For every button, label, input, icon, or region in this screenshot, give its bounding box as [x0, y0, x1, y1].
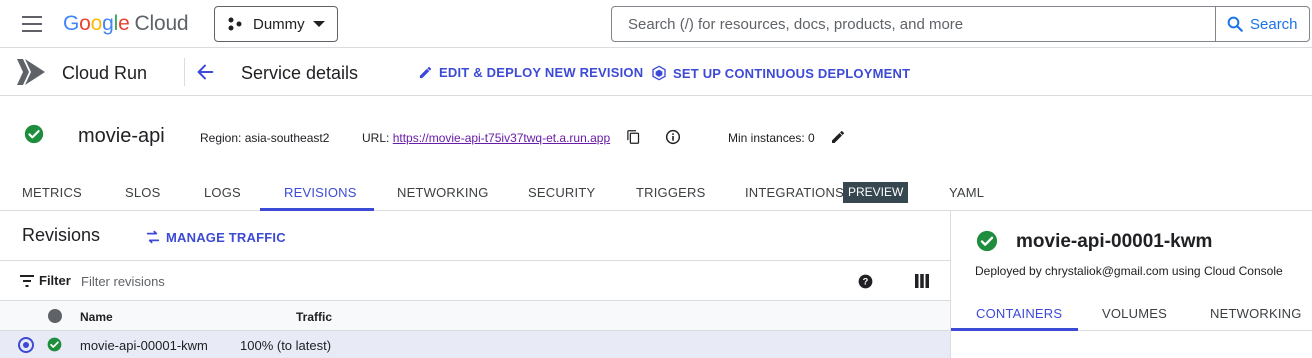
search-input[interactable] [613, 8, 1215, 40]
project-nodes-icon [228, 17, 242, 31]
revisions-pane: Revisions MANAGE TRAFFIC Filter ? Name T… [0, 211, 950, 358]
main-menu-icon[interactable] [22, 16, 42, 32]
copy-icon[interactable] [626, 129, 641, 145]
edit-deploy-revision-button[interactable]: EDIT & DEPLOY NEW REVISION [418, 65, 643, 80]
search-icon [1227, 16, 1243, 32]
url-label: URL: [362, 131, 393, 145]
tab-revisions[interactable]: REVISIONS [284, 185, 357, 200]
revision-detail-title: movie-api-00001-kwm [1016, 231, 1213, 252]
row-select-radio[interactable] [18, 337, 34, 353]
back-arrow-icon[interactable] [194, 61, 216, 83]
divider [184, 58, 185, 86]
help-icon[interactable]: ? [858, 274, 873, 289]
tab-containers[interactable]: CONTAINERS [976, 306, 1062, 321]
search-button[interactable]: Search [1215, 7, 1310, 41]
search-button-label: Search [1250, 15, 1298, 33]
filter-icon[interactable] [20, 275, 34, 287]
active-tab-indicator [951, 328, 1078, 331]
project-name: Dummy [253, 15, 305, 33]
page-title: Service details [241, 63, 359, 83]
tab-detail-networking[interactable]: NETWORKING [1210, 306, 1302, 321]
cloud-run-icon [17, 59, 45, 85]
search-box: Search [611, 6, 1310, 42]
preview-badge: PREVIEW [843, 182, 909, 203]
tab-networking[interactable]: NETWORKING [397, 185, 489, 200]
edit-min-instances-icon[interactable] [830, 129, 846, 145]
setup-continuous-deployment-button[interactable]: SET UP CONTINUOUS DEPLOYMENT [651, 65, 910, 81]
revisions-table-header: Name Traffic [0, 301, 950, 331]
service-bar: Cloud Run Service details EDIT & DEPLOY … [0, 48, 1312, 96]
revision-name-cell: movie-api-00001-kwm [80, 338, 208, 353]
tab-logs[interactable]: LOGS [204, 185, 241, 200]
column-display-icon[interactable] [915, 274, 929, 288]
tab-volumes[interactable]: VOLUMES [1102, 306, 1167, 321]
min-instances: Min instances: 0 [728, 131, 815, 145]
column-header-traffic[interactable]: Traffic [296, 310, 332, 324]
deployed-by-text: Deployed by chrystaliok@gmail.com using … [975, 264, 1283, 278]
filter-bar: Filter ? [0, 260, 950, 301]
chevron-down-icon [313, 21, 325, 27]
check-circle-icon [47, 337, 62, 352]
tab-triggers[interactable]: TRIGGERS [636, 185, 706, 200]
manage-traffic-button[interactable]: MANAGE TRAFFIC [145, 229, 286, 245]
filter-revisions-input[interactable] [81, 269, 781, 293]
column-header-name[interactable]: Name [80, 310, 113, 324]
status-column-icon [48, 309, 62, 323]
top-bar: Google Cloud Dummy Search [0, 0, 1312, 48]
svg-text:?: ? [863, 277, 869, 287]
product-name[interactable]: Cloud Run [62, 63, 147, 84]
continuous-deployment-label: SET UP CONTINUOUS DEPLOYMENT [673, 65, 911, 81]
service-region: Region: asia-southeast2 [200, 131, 330, 145]
project-picker-button[interactable]: Dummy [214, 6, 338, 42]
revisions-title: Revisions [22, 225, 101, 245]
filter-label[interactable]: Filter [39, 273, 71, 288]
service-tabs: METRICS SLOS LOGS REVISIONS NETWORKING S… [0, 175, 1312, 211]
manage-traffic-label: MANAGE TRAFFIC [166, 229, 286, 245]
revision-detail-pane: movie-api-00001-kwm Deployed by chrystal… [950, 211, 1312, 358]
cube-icon [652, 65, 666, 81]
google-cloud-logo[interactable]: Google Cloud [63, 12, 189, 36]
check-circle-icon [976, 230, 998, 252]
tab-slos[interactable]: SLOS [125, 185, 160, 200]
pencil-icon [419, 66, 432, 79]
info-icon[interactable] [665, 129, 681, 145]
table-row[interactable]: movie-api-00001-kwm 100% (to latest) [0, 331, 950, 358]
service-summary: movie-api Region: asia-southeast2 URL: h… [0, 97, 1312, 175]
tab-metrics[interactable]: METRICS [22, 185, 82, 200]
revision-detail-tabs: CONTAINERS VOLUMES NETWORKING [951, 296, 1312, 331]
tab-integrations[interactable]: INTEGRATIONS [745, 185, 844, 200]
swap-arrows-icon [146, 230, 160, 244]
edit-deploy-label: EDIT & DEPLOY NEW REVISION [439, 65, 644, 80]
revision-traffic-cell: 100% (to latest) [240, 338, 332, 353]
tab-security[interactable]: SECURITY [528, 185, 595, 200]
service-url-link[interactable]: https://movie-api-t75iv37twq-et.a.run.ap… [393, 131, 610, 145]
service-url-row: URL: https://movie-api-t75iv37twq-et.a.r… [362, 131, 610, 145]
service-name: movie-api [78, 125, 165, 147]
check-circle-icon [24, 124, 44, 144]
tab-yaml[interactable]: YAML [949, 185, 984, 200]
